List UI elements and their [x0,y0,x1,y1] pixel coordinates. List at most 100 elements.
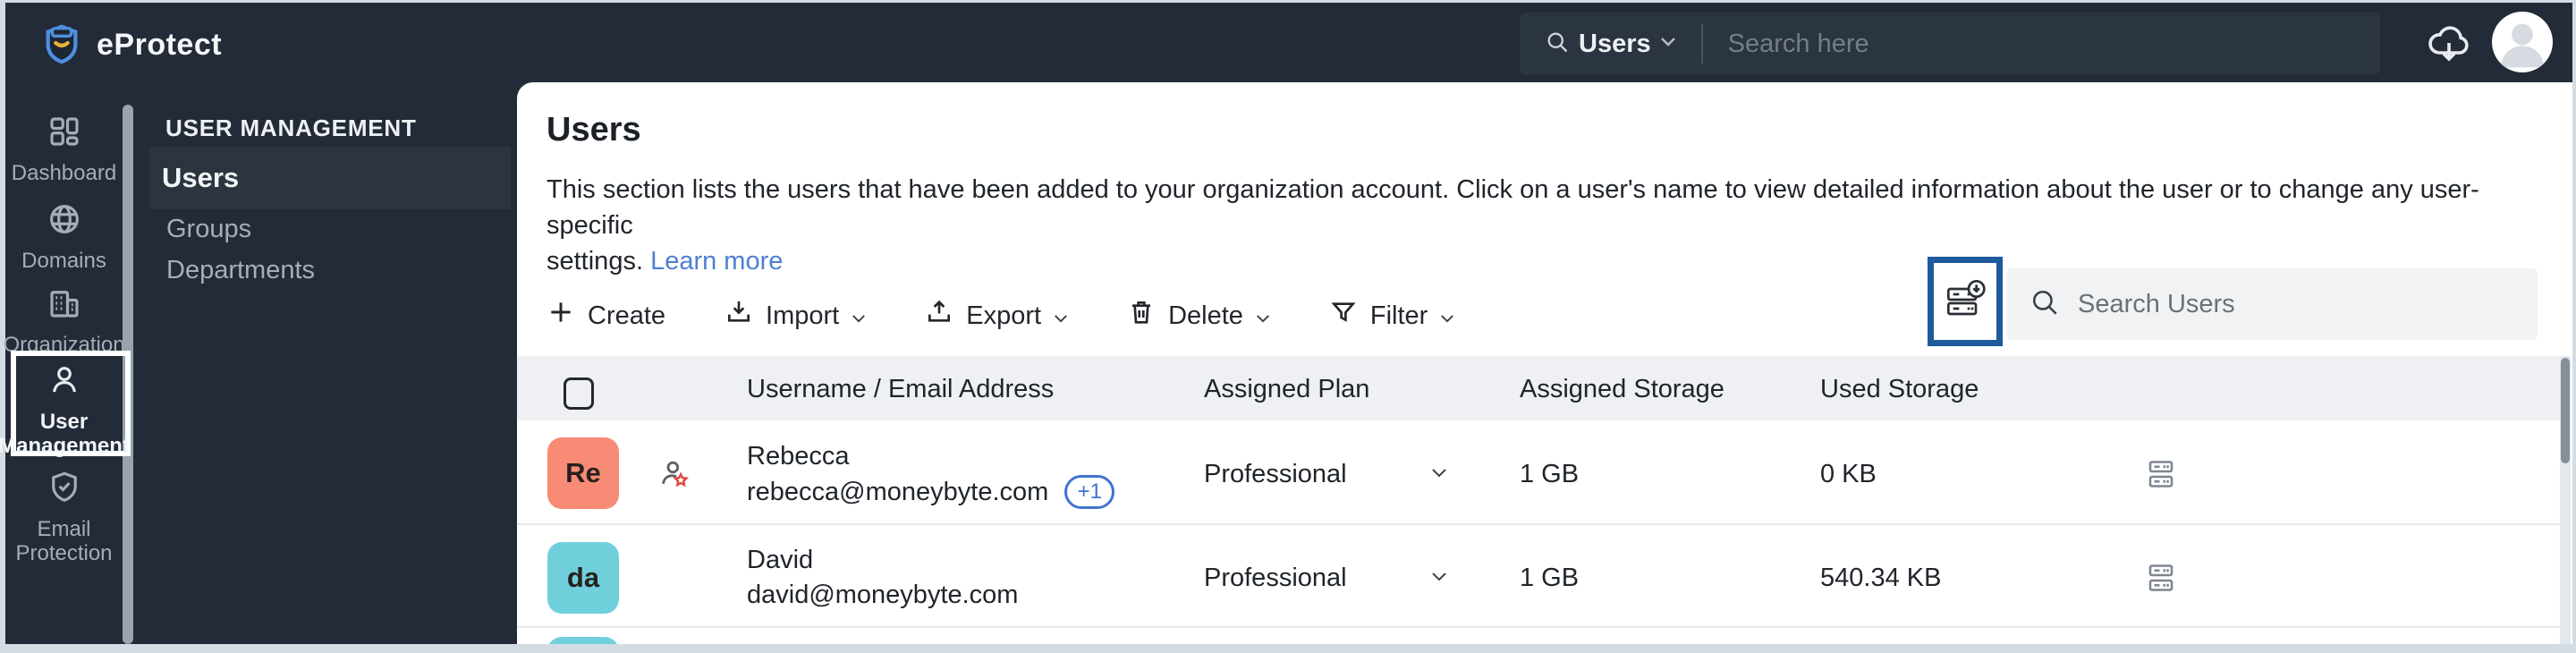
user-name[interactable]: David [747,546,813,575]
avatar: Re [547,437,619,509]
chevron-down-icon [1256,301,1270,331]
sidebar-item-label: Domains [21,249,106,273]
search-scope-dropdown[interactable]: Users [1520,30,1676,59]
export-label: Export [966,301,1042,330]
storage-detail-icon[interactable] [2145,560,2177,600]
learn-more-link[interactable]: Learn more [650,247,783,276]
used-storage-value: 0 KB [1820,460,1877,488]
subnav-item-groups[interactable]: Groups [166,215,251,244]
sidebar-item-email-protection[interactable]: Email Protection [5,469,123,565]
subnav-item-departments[interactable]: Departments [166,256,315,285]
create-label: Create [588,301,666,330]
row-divider [517,626,2560,628]
filter-button[interactable]: Filter [1329,298,1454,334]
eprotect-shield-icon [41,21,82,70]
subnav-item-users[interactable]: Users [149,147,511,209]
import-icon [724,298,753,334]
export-icon [925,298,953,334]
sidebar-item-dashboard[interactable]: Dashboard [5,113,123,185]
extra-email-count-badge[interactable]: +1 [1064,475,1115,509]
filter-label: Filter [1369,301,1428,330]
admin-user-icon [657,456,692,496]
organization-icon [46,284,83,327]
avatar-initials: da [566,562,600,593]
search-icon [1545,30,1570,59]
cloud-download-icon[interactable] [2426,23,2472,69]
user-email[interactable]: david@moneybyte.com [747,581,1018,610]
sidebar-item-label: Protection [15,541,113,565]
user-icon [46,361,83,404]
sidebar-item-label: Email [37,517,91,541]
avatar [547,637,619,644]
chevron-down-icon [852,301,866,331]
chevron-down-icon [1440,301,1454,331]
create-button[interactable]: Create [547,298,665,334]
column-header[interactable]: Username / Email Address [747,375,1054,404]
import-button[interactable]: Import [724,298,866,334]
import-label: Import [766,301,840,330]
subnav-item-label: Groups [166,215,252,243]
sidebar-item-label: Dashboard [11,161,117,185]
search-scope-label: Users [1579,29,1651,58]
user-email-line: david@moneybyte.com [747,581,1018,610]
top-bar: eProtect Users [5,3,2572,82]
search-users-input[interactable] [2076,288,2538,320]
globe-icon [46,200,83,243]
storage-detail-icon[interactable] [2145,456,2177,496]
page-description: This section lists the users that have b… [547,172,2523,279]
subnav-item-label: Users [162,162,240,193]
page-title: Users [547,111,641,148]
avatar-initials: Re [565,457,601,488]
storage-export-icon[interactable] [1944,278,1987,326]
shield-check-icon [46,469,83,512]
chevron-down-icon [1660,36,1676,52]
global-search-bar: Users [1520,13,2380,75]
select-all-checkbox[interactable] [564,377,594,410]
subnav-title: USER MANAGEMENT [165,114,417,141]
assigned-storage-value: 1 GB [1520,564,1580,592]
sidebar-item-user-management[interactable]: User Management [0,361,130,458]
plus-icon [547,298,575,334]
avatar: da [547,542,619,614]
export-button[interactable]: Export [925,298,1068,334]
dashboard-icon [46,113,83,156]
table-row[interactable]: Re Rebecca rebecca@moneybyte.com +1 Prof… [517,420,2560,525]
assigned-plan-value[interactable]: Professional [1204,460,1347,489]
column-header[interactable]: Assigned Plan [1204,375,1369,404]
app-logo: eProtect [41,21,222,70]
table-toolbar: Create Import Export Delete Filter [547,295,1454,336]
subnav-item-label: Departments [166,256,316,284]
delete-label: Delete [1168,301,1243,330]
user-email-line: rebecca@moneybyte.com +1 [747,475,1115,509]
table-row[interactable]: da David david@moneybyte.com Professiona… [517,527,2560,628]
sidebar-item-domains[interactable]: Domains [5,200,123,273]
row-divider [517,523,2560,525]
description-line2: settings. [547,247,643,276]
trash-icon [1127,298,1156,334]
search-users-field [2006,268,2538,340]
sidebar-item-organization[interactable]: Organization [3,284,125,357]
app-title: eProtect [97,28,223,62]
search-icon [2029,287,2060,322]
table-row-partial[interactable] [517,630,2560,644]
global-search-input[interactable] [1725,28,2380,60]
user-name[interactable]: Rebecca [747,442,849,471]
user-email[interactable]: rebecca@moneybyte.com [747,478,1048,507]
description-line1: This section lists the users that have b… [547,175,2479,240]
chevron-down-icon[interactable] [1431,467,1447,483]
user-avatar[interactable] [2492,12,2553,72]
assigned-storage-value: 1 GB [1520,460,1580,488]
column-header[interactable]: Assigned Storage [1520,375,1724,404]
sidebar-item-label: User [39,410,89,434]
table-scrollbar-thumb[interactable] [2561,358,2570,463]
sidebar-item-label: Management [0,434,130,458]
table-header-row: Username / Email Address Assigned Plan A… [517,356,2560,420]
assigned-plan-value[interactable]: Professional [1204,564,1347,593]
column-header[interactable]: Used Storage [1820,375,1979,404]
used-storage-value: 540.34 KB [1820,564,1942,592]
search-divider [1700,24,1703,64]
delete-button[interactable]: Delete [1127,298,1270,334]
chevron-down-icon [1054,301,1068,331]
chevron-down-icon[interactable] [1431,571,1447,587]
storage-columns-highlight-box [1928,257,2003,346]
